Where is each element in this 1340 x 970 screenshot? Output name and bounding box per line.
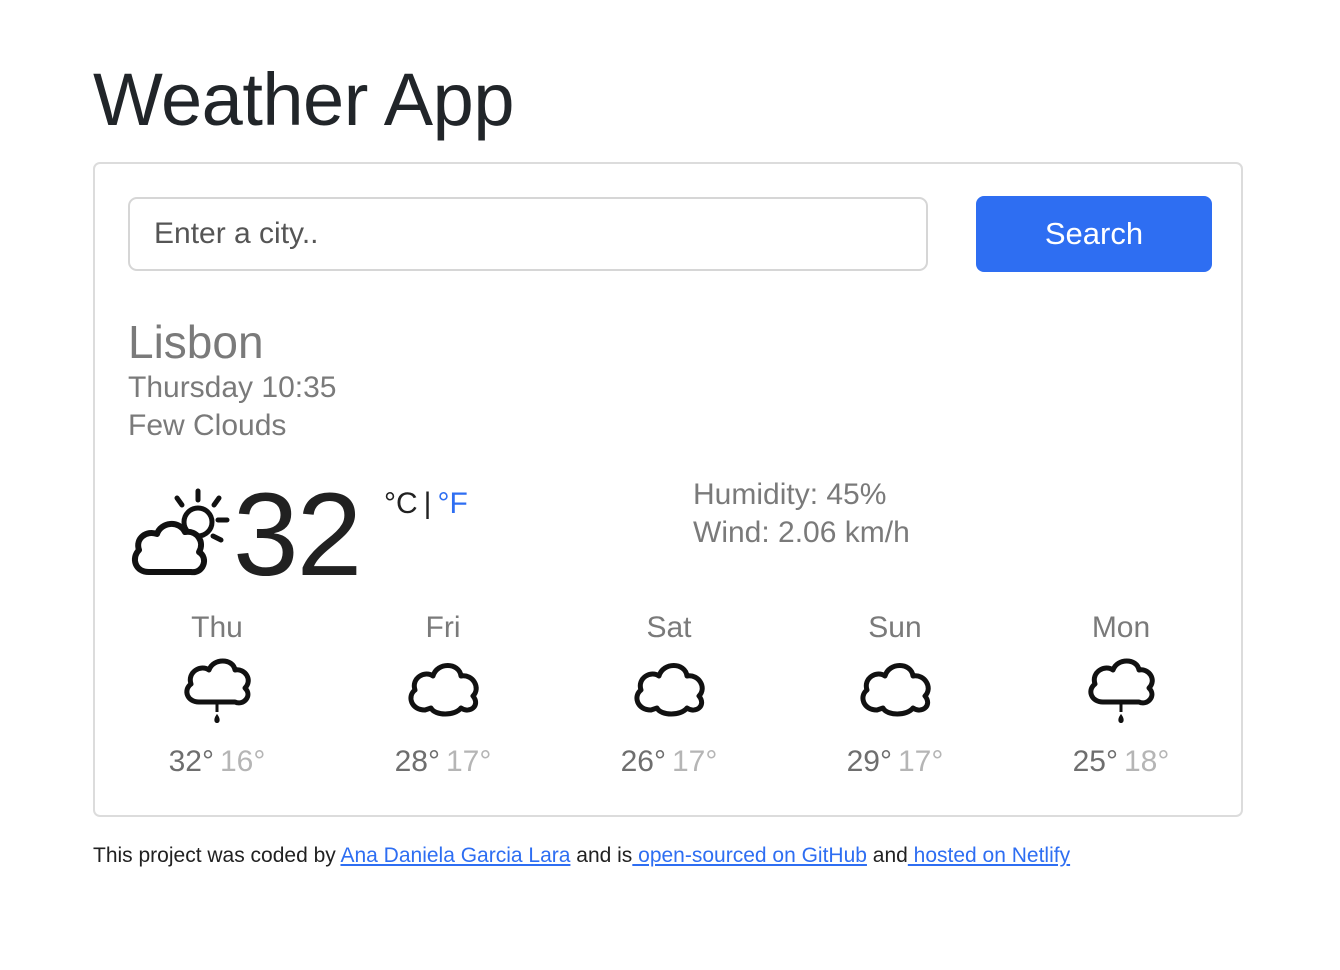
fahrenheit-link[interactable]: °F [437, 487, 467, 520]
forecast-min-temp: 17° [446, 745, 492, 778]
forecast-day: Thu 32° 16° [137, 608, 297, 780]
forecast-list: Thu 32° 16° Fri 28° 17° Sat 26° 17° Sun … [95, 608, 1241, 788]
search-button[interactable]: Search [976, 196, 1212, 272]
forecast-min-temp: 17° [672, 745, 718, 778]
forecast-day: Sun 29° 17° [815, 608, 975, 780]
netlify-link[interactable]: hosted on Netlify [908, 844, 1070, 867]
footer: This project was coded by Ana Daniela Ga… [93, 842, 1070, 870]
weather-description: Few Clouds [128, 409, 287, 442]
rain-cloud-icon [1088, 658, 1155, 723]
forecast-day: Sat 26° 17° [589, 608, 749, 780]
unit-separator: | [423, 487, 432, 520]
forecast-temps: 26° 17° [589, 744, 749, 780]
forecast-max-temp: 26° [620, 745, 666, 778]
forecast-temps: 25° 18° [1041, 744, 1201, 780]
current-temperature: 32 [233, 469, 362, 601]
forecast-temps: 32° 16° [137, 744, 297, 780]
github-link[interactable]: open-sourced on GitHub [632, 844, 867, 867]
city-name: Lisbon [128, 316, 264, 368]
rain-cloud-icon [184, 658, 251, 723]
forecast-day: Mon 25° 18° [1041, 608, 1201, 780]
date-time: Thursday 10:35 [128, 371, 337, 404]
forecast-temps: 29° 17° [815, 744, 975, 780]
footer-text: This project was coded by [93, 844, 341, 867]
forecast-day-name: Fri [425, 611, 461, 644]
weather-app-page: Weather App Search Lisbon Thursday 10:35… [0, 0, 1340, 970]
unit-switch: °C | °F [384, 486, 468, 522]
wind-speed: Wind: 2.06 km/h [693, 516, 910, 549]
city-search-input[interactable] [128, 197, 928, 271]
forecast-min-temp: 17° [898, 745, 944, 778]
footer-text: and is [570, 844, 633, 867]
forecast-max-temp: 28° [394, 745, 440, 778]
cloud-icon [860, 663, 931, 717]
footer-text: and [866, 844, 908, 867]
forecast-day-name: Thu [191, 611, 243, 644]
partly-cloudy-icon [131, 488, 230, 576]
cloud-icon [408, 663, 479, 717]
forecast-temps: 28° 17° [363, 744, 523, 780]
cloud-icon [634, 663, 705, 717]
forecast-min-temp: 16° [220, 745, 266, 778]
forecast-day-name: Mon [1091, 611, 1151, 644]
app-title: Weather App [93, 58, 514, 141]
forecast-day-name: Sat [646, 611, 692, 644]
forecast-day-name: Sun [868, 611, 922, 644]
forecast-max-temp: 25° [1072, 745, 1118, 778]
celsius-unit: °C [384, 487, 418, 520]
weather-card: Search Lisbon Thursday 10:35 Few Clouds … [93, 162, 1243, 817]
humidity: Humidity: 45% [693, 478, 887, 511]
forecast-day: Fri 28° 17° [363, 608, 523, 780]
forecast-max-temp: 29° [846, 745, 892, 778]
forecast-min-temp: 18° [1124, 745, 1170, 778]
forecast-max-temp: 32° [168, 745, 214, 778]
author-link[interactable]: Ana Daniela Garcia Lara [340, 844, 570, 867]
